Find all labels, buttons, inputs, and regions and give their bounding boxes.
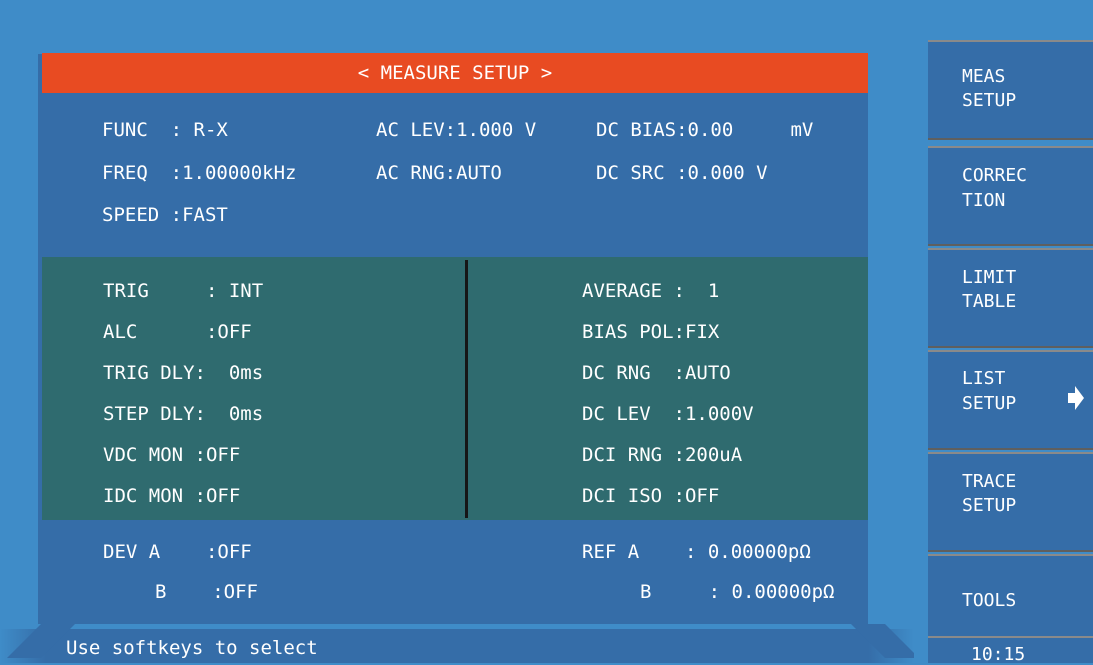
dc-bias-field[interactable]: DC BIAS:0.00 mV xyxy=(596,118,813,142)
bias-polarity-field[interactable]: BIAS POL:FIX xyxy=(582,320,719,344)
dc-range-field[interactable]: DC RNG :AUTO xyxy=(582,361,731,385)
softkey-limit-table-label-line2: TABLE xyxy=(962,291,1017,312)
deviation-a-field[interactable]: DEV A :OFF xyxy=(103,540,252,564)
softkey-limit-table-label-line1: LIMIT xyxy=(962,267,1017,288)
measurement-panel-bottom xyxy=(42,520,868,624)
freq-field[interactable]: FREQ :1.00000kHz xyxy=(102,161,296,185)
softkey-trace-setup-label-line2: SETUP xyxy=(962,495,1017,516)
softkey-trace-setup-label-line1: TRACE xyxy=(962,471,1017,492)
ac-level-field[interactable]: AC LEV:1.000 V xyxy=(376,118,536,142)
average-field[interactable]: AVERAGE : 1 xyxy=(582,279,719,303)
softkey-correction-label-line1: CORREC xyxy=(962,165,1028,186)
step-delay-field[interactable]: STEP DLY: 0ms xyxy=(103,402,263,426)
softkey-list-setup-label-line2: SETUP xyxy=(962,393,1017,414)
speed-field[interactable]: SPEED :FAST xyxy=(102,203,228,227)
dci-iso-field[interactable]: DCI ISO :OFF xyxy=(582,484,719,508)
page-title: < MEASURE SETUP > xyxy=(42,53,868,93)
deviation-b-field[interactable]: B :OFF xyxy=(155,580,258,604)
clock: 10:15 xyxy=(971,644,1026,665)
measure-setup-screen: < MEASURE SETUP > FUNC : R-X AC LEV:1.00… xyxy=(0,0,1093,665)
alc-field[interactable]: ALC :OFF xyxy=(103,320,252,344)
softkey-correction-label-line2: TION xyxy=(962,190,1006,211)
softkey-meas-setup-label-line2: SETUP xyxy=(962,90,1017,111)
trig-delay-field[interactable]: TRIG DLY: 0ms xyxy=(103,361,263,385)
ac-range-field[interactable]: AC RNG:AUTO xyxy=(376,161,502,185)
dc-source-field[interactable]: DC SRC :0.000 V xyxy=(596,161,768,185)
dci-range-field[interactable]: DCI RNG :200uA xyxy=(582,443,742,467)
right-arrow-icon xyxy=(1068,386,1084,410)
reference-b-field[interactable]: B : 0.00000pΩ xyxy=(640,580,834,604)
trig-field[interactable]: TRIG : INT xyxy=(103,279,263,303)
softkey-correction[interactable] xyxy=(928,146,1093,246)
dc-level-field[interactable]: DC LEV :1.000V xyxy=(582,402,754,426)
func-field[interactable]: FUNC : R-X xyxy=(102,118,228,142)
mid-divider xyxy=(465,260,468,518)
reference-a-field[interactable]: REF A : 0.00000pΩ xyxy=(582,540,811,564)
idc-monitor-field[interactable]: IDC MON :OFF xyxy=(103,484,240,508)
vdc-monitor-field[interactable]: VDC MON :OFF xyxy=(103,443,240,467)
softkey-meas-setup-label-line1: MEAS xyxy=(962,66,1006,87)
softkey-list-setup-label-line1: LIST xyxy=(962,368,1006,389)
softkey-tools-label: TOOLS xyxy=(962,590,1017,611)
status-message: Use softkeys to select xyxy=(66,637,318,659)
